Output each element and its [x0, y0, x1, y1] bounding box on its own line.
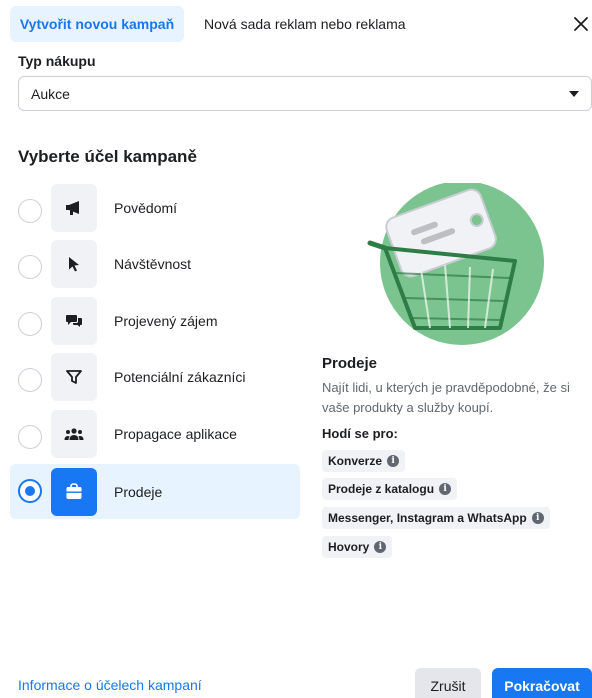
info-icon[interactable]: i: [531, 512, 544, 524]
radio-traffic[interactable]: [18, 255, 42, 279]
tab-create-campaign[interactable]: Vytvořit novou kampaň: [10, 6, 184, 42]
objective-sales[interactable]: Prodeje: [10, 464, 300, 519]
objective-label: Návštěvnost: [114, 256, 192, 272]
objectives-title: Vyberte účel kampaně: [18, 147, 197, 166]
filter-icon: [51, 353, 97, 401]
objective-awareness[interactable]: Povědomí: [10, 184, 300, 238]
close-button[interactable]: [570, 13, 592, 35]
objective-label: Potenciální zákazníci: [114, 369, 246, 385]
detail-title: Prodeje: [322, 355, 378, 372]
chip-messaging: Messenger, Instagram a WhatsApp i: [322, 507, 550, 529]
caret-down-icon: [569, 91, 579, 97]
continue-button[interactable]: Pokračovat: [492, 668, 592, 698]
objective-label: Projevený zájem: [114, 313, 218, 329]
objective-label: Prodeje: [114, 484, 163, 500]
info-icon[interactable]: i: [439, 483, 452, 495]
radio-sales[interactable]: [18, 479, 42, 503]
purchase-type-value: Aukce: [31, 85, 70, 102]
chip-calls: Hovory i: [322, 536, 393, 558]
objective-app-promotion[interactable]: Propagace aplikace: [10, 410, 300, 464]
detail-description: Najít lidi, u kterých je pravděpodobné, …: [322, 380, 570, 415]
sales-cart-illustration: [367, 183, 544, 345]
objective-leads[interactable]: Potenciální zákazníci: [10, 353, 300, 407]
objective-label: Propagace aplikace: [114, 426, 237, 442]
info-icon[interactable]: i: [374, 541, 387, 553]
chip-conversions: Konverze i: [322, 450, 406, 472]
radio-leads[interactable]: [18, 368, 42, 392]
radio-engagement[interactable]: [18, 312, 42, 336]
suited-for-label: Hodí se pro:: [322, 426, 398, 441]
info-icon[interactable]: i: [387, 455, 400, 467]
objectives-info-link[interactable]: Informace o účelech kampaní: [18, 677, 202, 693]
radio-app-promotion[interactable]: [18, 425, 42, 449]
objective-traffic[interactable]: Návštěvnost: [10, 240, 300, 294]
people-icon: [51, 410, 97, 458]
chip-label: Hovory: [328, 540, 370, 554]
tab-new-ad-set[interactable]: Nová sada reklam nebo reklama: [204, 6, 406, 42]
chip-label: Messenger, Instagram a WhatsApp: [328, 511, 527, 525]
shopping-bag-icon: [51, 468, 97, 516]
purchase-type-select[interactable]: Aukce: [18, 76, 592, 111]
chip-catalog-sales: Prodeje z katalogu i: [322, 478, 458, 500]
cancel-button[interactable]: Zrušit: [415, 668, 481, 698]
chip-label: Prodeje z katalogu: [328, 482, 435, 496]
purchase-type-label: Typ nákupu: [18, 53, 96, 69]
objective-engagement[interactable]: Projevený zájem: [10, 297, 300, 351]
chat-icon: [51, 297, 97, 345]
radio-awareness[interactable]: [18, 199, 42, 223]
objective-label: Povědomí: [114, 200, 178, 216]
chip-label: Konverze: [328, 454, 383, 468]
megaphone-icon: [51, 184, 97, 232]
close-icon: [574, 17, 588, 31]
cursor-icon: [51, 240, 97, 288]
